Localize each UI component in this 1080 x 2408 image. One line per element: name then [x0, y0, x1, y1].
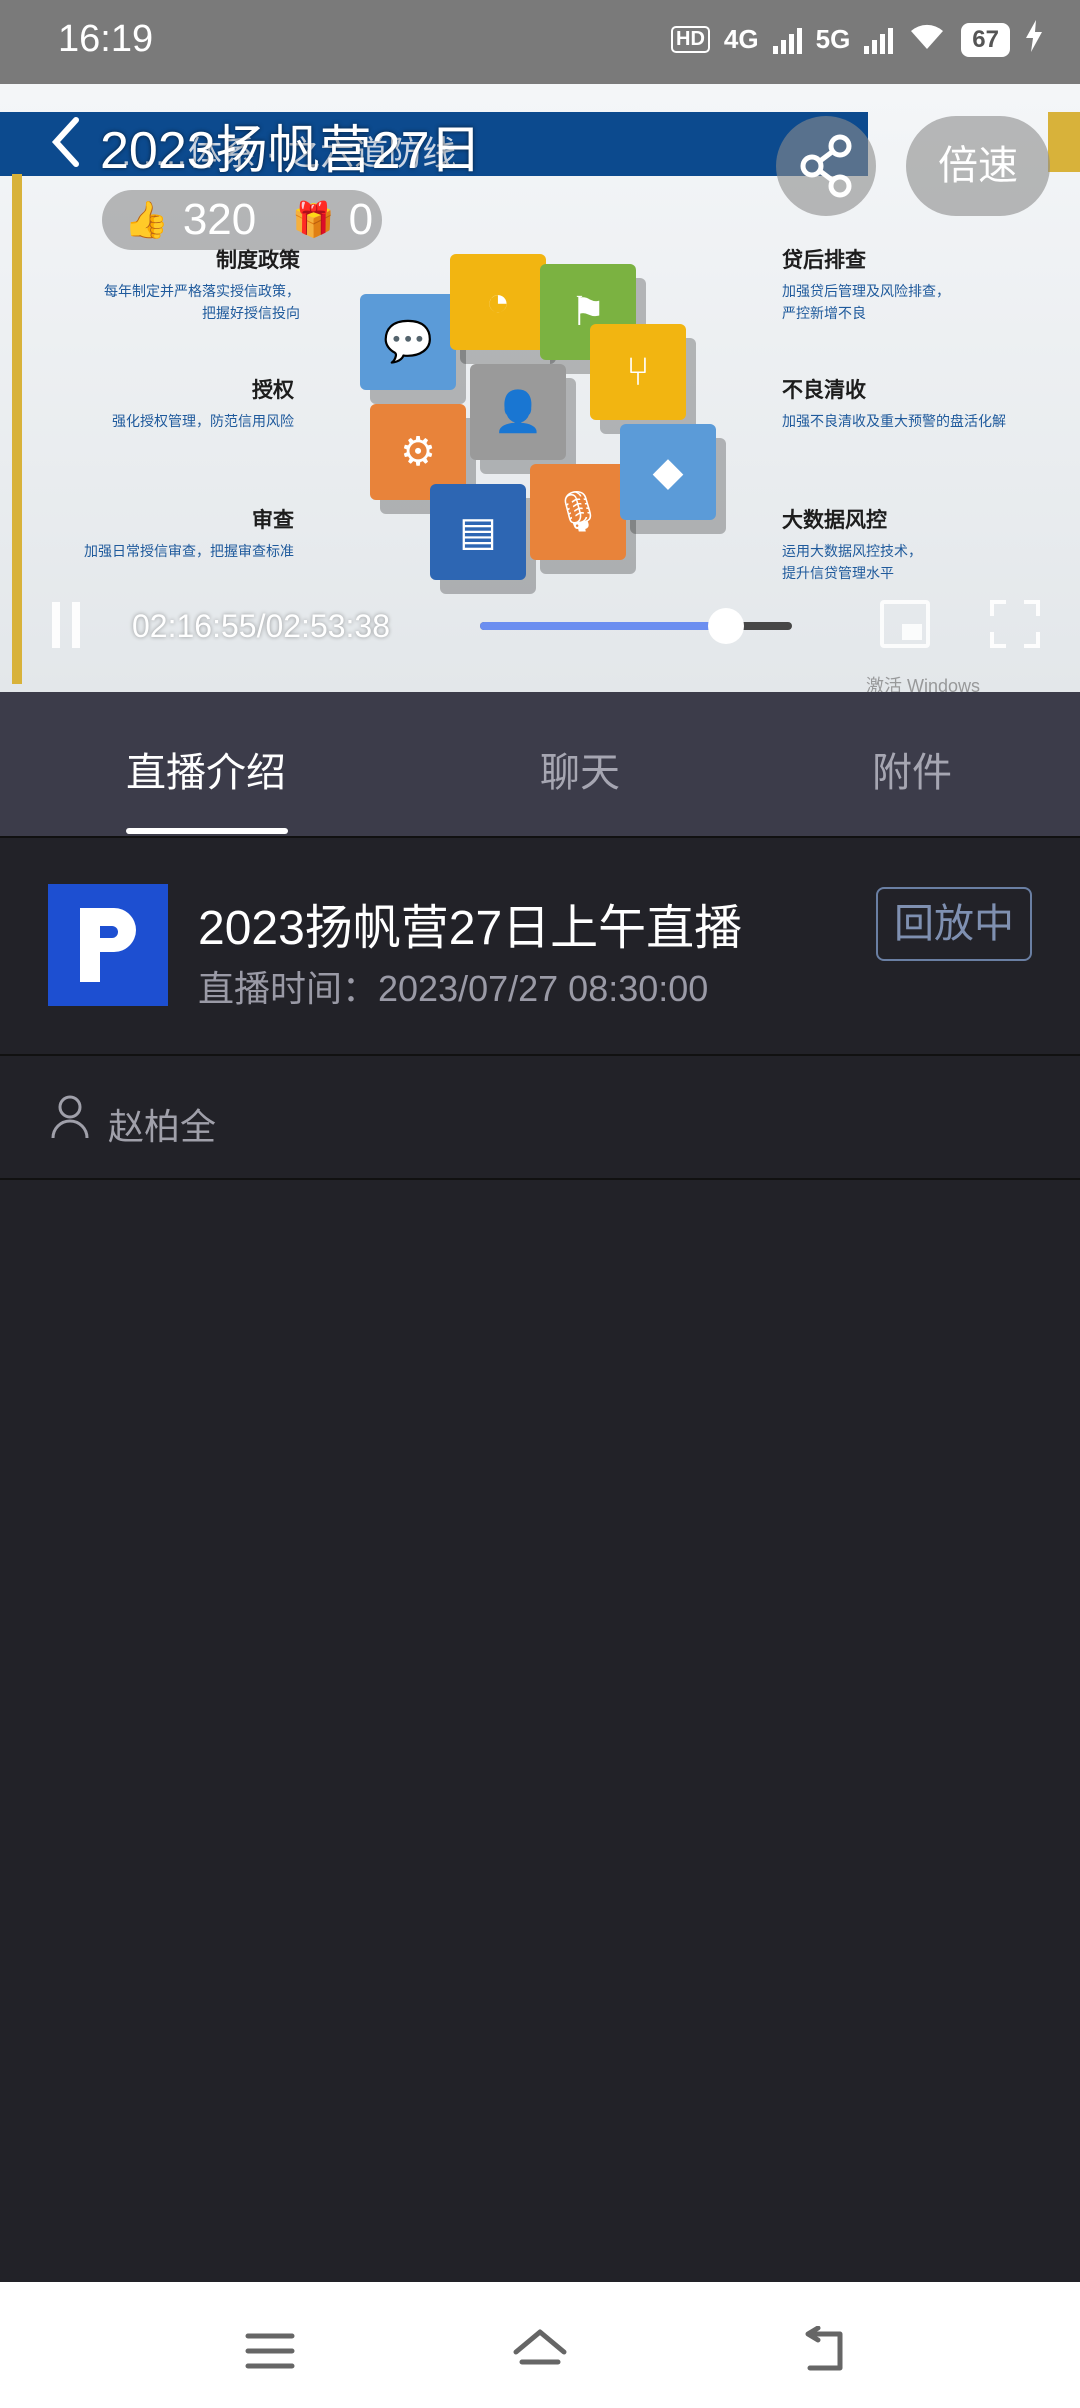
pie-chart-icon: ◔	[450, 254, 546, 350]
slide-item: 制度政策 每年制定并严格落实授信政策， 把握好授信投向	[0, 244, 300, 324]
return-icon	[805, 2325, 843, 2371]
tab-intro[interactable]: 直播介绍	[126, 740, 286, 798]
pause-icon-bar	[52, 602, 60, 648]
tab-active-indicator	[126, 828, 288, 834]
user-icon	[50, 1094, 90, 1140]
slide-accent-bar-right	[1048, 112, 1080, 172]
thumbs-up-icon[interactable]: 👍	[124, 199, 169, 241]
pause-button[interactable]	[52, 602, 82, 648]
network-4g-label: 4G	[723, 24, 759, 54]
pip-icon	[902, 624, 922, 640]
os-watermark: 激活 Windows 转到"设置"以激活 Windows。	[866, 676, 981, 692]
p-logo-icon	[80, 908, 136, 982]
tag-icon: ◆	[620, 424, 716, 520]
wifi-icon	[907, 21, 947, 58]
video-title: 2023扬帆营27日	[100, 122, 482, 180]
tab-attachments[interactable]: 附件	[872, 740, 952, 798]
progress-bar[interactable]	[480, 608, 792, 644]
slide-item-desc: 加强贷后管理及风险排查， 严控新增不良	[782, 283, 950, 321]
pause-icon-bar	[72, 602, 80, 648]
microphone-icon: 🎙	[530, 464, 626, 560]
slide-item: 贷后排查 加强贷后管理及风险排查， 严控新增不良	[782, 244, 1080, 324]
slide-item-desc: 每年制定并严格落实授信政策， 把握好授信投向	[104, 283, 300, 321]
status-bar: 16:19 HD 4G 5G 67	[0, 0, 1080, 84]
slide-item-desc: 加强日常授信审查，把握审查标准	[84, 543, 294, 559]
slide-item-title: 大数据风控	[782, 509, 887, 532]
battery-icon: 67	[961, 22, 1010, 57]
menu-icon	[245, 2333, 295, 2369]
live-title: 2023扬帆营27日上午直播	[198, 902, 743, 955]
signal-icon-2	[864, 26, 894, 54]
slide-item-title: 审查	[252, 509, 294, 532]
app-logo	[48, 884, 168, 1006]
slide-item: 审查 加强日常授信审查，把握审查标准	[0, 504, 294, 562]
host-name: 赵柏全	[108, 1106, 217, 1147]
hd-indicator: HD	[671, 26, 710, 53]
slide-item-desc: 加强不良清收及重大预警的盘活化解	[782, 413, 1006, 429]
slide-item-title: 授权	[252, 379, 294, 402]
reaction-counter: 👍 320 🎁 0	[102, 190, 382, 250]
playback-time: 02:16:55/02:53:38	[132, 608, 391, 644]
replay-status-badge: 回放中	[876, 887, 1032, 961]
chat-icon: 💬	[360, 294, 456, 390]
share-button[interactable]	[776, 116, 876, 216]
live-time: 直播时间：2023/07/27 08:30:00	[198, 968, 709, 1009]
slide-item: 大数据风控 运用大数据风控技术， 提升信贷管理水平	[782, 504, 1080, 584]
fullscreen-icon	[990, 600, 1006, 616]
charging-icon	[1024, 20, 1044, 59]
network-5g-label: 5G	[815, 24, 851, 54]
slide-item: 授权 强化授权管理，防范信用风险	[0, 374, 294, 432]
speed-button[interactable]: 倍速	[906, 116, 1050, 216]
status-icons: HD 4G 5G 67	[671, 20, 1044, 59]
slide-item-desc: 强化授权管理，防范信用风险	[112, 413, 294, 429]
gift-count: 0	[348, 195, 374, 244]
fullscreen-icon	[1024, 600, 1040, 616]
home-icon	[513, 2329, 567, 2365]
fullscreen-button[interactable]	[990, 600, 1040, 648]
tab-bar: 直播介绍 聊天 附件	[0, 692, 1080, 836]
back-button[interactable]	[46, 112, 86, 172]
slide-item: 不良清收 加强不良清收及重大预警的盘活化解	[782, 374, 1080, 432]
chevron-left-icon	[51, 117, 79, 167]
share-icon	[800, 134, 852, 198]
document-icon: ▤	[430, 484, 526, 580]
home-button[interactable]	[510, 2326, 570, 2376]
recent-apps-button[interactable]	[240, 2326, 300, 2376]
progress-fill	[480, 622, 727, 630]
slide-item-desc: 运用大数据风控技术， 提升信贷管理水平	[782, 543, 922, 581]
fullscreen-icon	[990, 632, 1006, 648]
picture-in-picture-button[interactable]	[880, 600, 930, 648]
fork-icon: ⑂	[590, 324, 686, 420]
signal-icon	[772, 26, 802, 54]
tab-chat[interactable]: 聊天	[540, 740, 620, 798]
gift-icon[interactable]: 🎁	[292, 200, 334, 240]
system-back-button[interactable]	[796, 2325, 856, 2376]
cube-illustration: 💬 ◔ ⚑ ⚙ 👤 ⑂ ▤ 🎙 ◆	[360, 254, 720, 584]
slide-item-title: 贷后排查	[782, 249, 866, 272]
like-count: 320	[182, 195, 257, 244]
person-icon: 👤	[470, 364, 566, 460]
fullscreen-icon	[1024, 632, 1040, 648]
status-time: 16:19	[58, 18, 154, 60]
slide-item-title: 不良清收	[782, 379, 866, 402]
